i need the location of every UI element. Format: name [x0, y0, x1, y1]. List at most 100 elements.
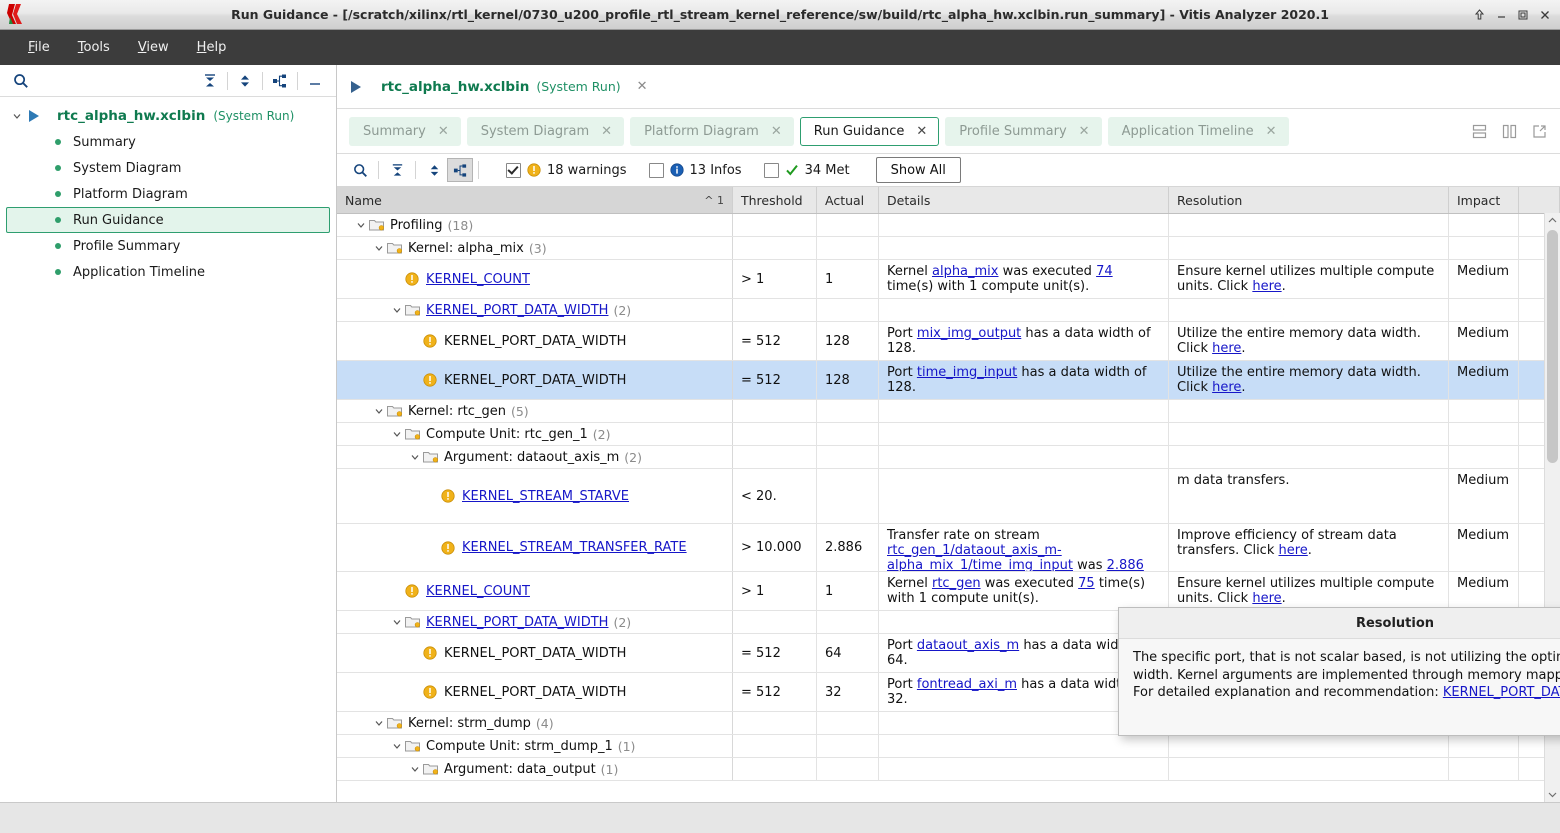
column-header-actual[interactable]: Actual [817, 187, 879, 213]
inline-link[interactable]: here [1252, 279, 1281, 294]
expand-collapse-icon[interactable] [232, 69, 258, 93]
chevron-down-icon[interactable] [407, 449, 423, 465]
tab-close-icon[interactable]: ✕ [438, 124, 449, 139]
cell-name[interactable]: KERNEL_COUNT [337, 260, 733, 298]
tab-close-icon[interactable]: ✕ [916, 124, 927, 139]
cell-name[interactable]: Compute Unit: rtc_gen_1(2) [337, 423, 733, 445]
cell-name[interactable]: KERNEL_PORT_DATA_WIDTH [337, 322, 733, 360]
inline-link[interactable]: rtc_gen_1/dataout_axis_m-alpha_mix_1/tim… [887, 543, 1073, 571]
table-row[interactable]: Compute Unit: rtc_gen_1(2) [337, 423, 1560, 446]
table-row[interactable]: KERNEL_STREAM_TRANSFER_RATE> 10.0002.886… [337, 524, 1560, 572]
inline-link[interactable]: here [1279, 543, 1308, 558]
close-button[interactable] [1534, 5, 1556, 25]
cell-name[interactable]: Profiling(18) [337, 214, 733, 236]
sidebar-item-profile-summary[interactable]: Profile Summary [6, 233, 330, 259]
met-checkbox[interactable] [764, 163, 779, 178]
table-row[interactable]: Kernel: rtc_gen(5) [337, 400, 1560, 423]
table-row[interactable]: Kernel: alpha_mix(3) [337, 237, 1560, 260]
split-horizontal-icon[interactable] [1468, 120, 1490, 142]
tree-root-item[interactable]: rtc_alpha_hw.xclbin (System Run) [0, 103, 336, 129]
restore-up-button[interactable] [1468, 5, 1490, 25]
table-row[interactable]: Argument: dataout_axis_m(2) [337, 446, 1560, 469]
tab-close-icon[interactable]: ✕ [1266, 124, 1277, 139]
cell-name[interactable]: Argument: dataout_axis_m(2) [337, 446, 733, 468]
column-header-name[interactable]: Name ^ 1 [337, 187, 733, 213]
chevron-down-icon[interactable] [389, 426, 405, 442]
minimize-panel-icon[interactable] [302, 69, 328, 93]
menu-view[interactable]: View [126, 36, 181, 59]
search-icon[interactable] [347, 158, 373, 182]
sidebar-item-platform-diagram[interactable]: Platform Diagram [6, 181, 330, 207]
expand-collapse-icon[interactable] [421, 158, 447, 182]
sidebar-item-summary[interactable]: Summary [6, 129, 330, 155]
tab-close-icon[interactable]: ✕ [771, 124, 782, 139]
row-name-label[interactable]: KERNEL_COUNT [426, 584, 530, 599]
inline-link[interactable]: time_img_input [917, 365, 1017, 380]
table-row[interactable]: KERNEL_PORT_DATA_WIDTH= 512128Port time_… [337, 361, 1560, 400]
inline-link[interactable]: mix_img_output [917, 326, 1021, 341]
table-row[interactable]: KERNEL_COUNT> 11Kernel rtc_gen was execu… [337, 572, 1560, 611]
chevron-down-icon[interactable] [371, 403, 387, 419]
tab-close-icon[interactable]: ✕ [1079, 124, 1090, 139]
chevron-down-icon[interactable] [353, 217, 369, 233]
table-row[interactable]: KERNEL_STREAM_STARVE< 20.m data transfer… [337, 469, 1560, 524]
cell-name[interactable]: KERNEL_STREAM_TRANSFER_RATE [337, 524, 733, 571]
filter-warnings[interactable]: 18 warnings [506, 163, 627, 178]
inline-link[interactable]: here [1212, 341, 1241, 356]
inline-link[interactable]: fontread_axi_m [917, 677, 1017, 692]
cell-name[interactable]: Kernel: rtc_gen(5) [337, 400, 733, 422]
tab-system-diagram[interactable]: System Diagram✕ [467, 117, 624, 146]
cell-name[interactable]: Argument: data_output(1) [337, 758, 733, 780]
table-row[interactable]: Profiling(18) [337, 214, 1560, 237]
cell-name[interactable]: KERNEL_PORT_DATA_WIDTH(2) [337, 611, 733, 633]
column-header-resolution[interactable]: Resolution [1169, 187, 1449, 213]
inline-link[interactable]: here [1212, 380, 1241, 395]
tab-application-timeline[interactable]: Application Timeline✕ [1108, 117, 1289, 146]
tab-profile-summary[interactable]: Profile Summary✕ [945, 117, 1101, 146]
maximize-button[interactable] [1512, 5, 1534, 25]
link-views-icon[interactable] [267, 69, 293, 93]
row-name-label[interactable]: KERNEL_PORT_DATA_WIDTH [426, 615, 608, 630]
inline-link[interactable]: 75 [1078, 576, 1095, 591]
filter-infos[interactable]: 13 Infos [649, 163, 742, 178]
inline-link[interactable]: here [1252, 591, 1281, 606]
search-icon[interactable] [8, 69, 34, 93]
column-header-impact[interactable]: Impact [1449, 187, 1519, 213]
chevron-down-icon[interactable] [389, 302, 405, 318]
open-external-icon[interactable] [1528, 120, 1550, 142]
chevron-down-icon[interactable] [389, 614, 405, 630]
collapse-all-icon[interactable] [197, 69, 223, 93]
scroll-up-icon[interactable] [1545, 213, 1560, 228]
chevron-down-icon[interactable] [371, 240, 387, 256]
cell-name[interactable]: KERNEL_PORT_DATA_WIDTH(2) [337, 299, 733, 321]
menu-file[interactable]: File [16, 36, 62, 59]
filter-met[interactable]: 34 Met [764, 163, 850, 178]
chevron-down-icon[interactable] [10, 109, 24, 123]
table-row[interactable]: KERNEL_COUNT> 11Kernel alpha_mix was exe… [337, 260, 1560, 299]
inline-link[interactable]: 74 [1096, 264, 1113, 279]
cell-name[interactable]: Kernel: strm_dump(4) [337, 712, 733, 734]
chevron-down-icon[interactable] [407, 761, 423, 777]
row-name-label[interactable]: KERNEL_STREAM_STARVE [462, 489, 629, 504]
tab-close-icon[interactable]: ✕ [601, 124, 612, 139]
cell-name[interactable]: KERNEL_STREAM_STARVE [337, 469, 733, 523]
split-vertical-icon[interactable] [1498, 120, 1520, 142]
infos-checkbox[interactable] [649, 163, 664, 178]
table-row[interactable]: KERNEL_PORT_DATA_WIDTH= 512128Port mix_i… [337, 322, 1560, 361]
warnings-checkbox[interactable] [506, 163, 521, 178]
cell-name[interactable]: Compute Unit: strm_dump_1(1) [337, 735, 733, 757]
tab-run-guidance[interactable]: Run Guidance✕ [800, 117, 940, 146]
row-name-label[interactable]: KERNEL_COUNT [426, 272, 530, 287]
tab-summary[interactable]: Summary✕ [349, 117, 461, 146]
column-header-threshold[interactable]: Threshold [733, 187, 817, 213]
chevron-down-icon[interactable] [371, 715, 387, 731]
row-name-label[interactable]: KERNEL_STREAM_TRANSFER_RATE [462, 540, 687, 555]
tab-platform-diagram[interactable]: Platform Diagram✕ [630, 117, 794, 146]
run-header-close-icon[interactable]: ✕ [633, 77, 652, 96]
column-header-details[interactable]: Details [879, 187, 1169, 213]
table-row[interactable]: Compute Unit: strm_dump_1(1) [337, 735, 1560, 758]
minimize-button[interactable] [1490, 5, 1512, 25]
menu-help[interactable]: Help [185, 36, 239, 59]
cell-name[interactable]: KERNEL_PORT_DATA_WIDTH [337, 634, 733, 672]
collapse-all-icon[interactable] [384, 158, 410, 182]
